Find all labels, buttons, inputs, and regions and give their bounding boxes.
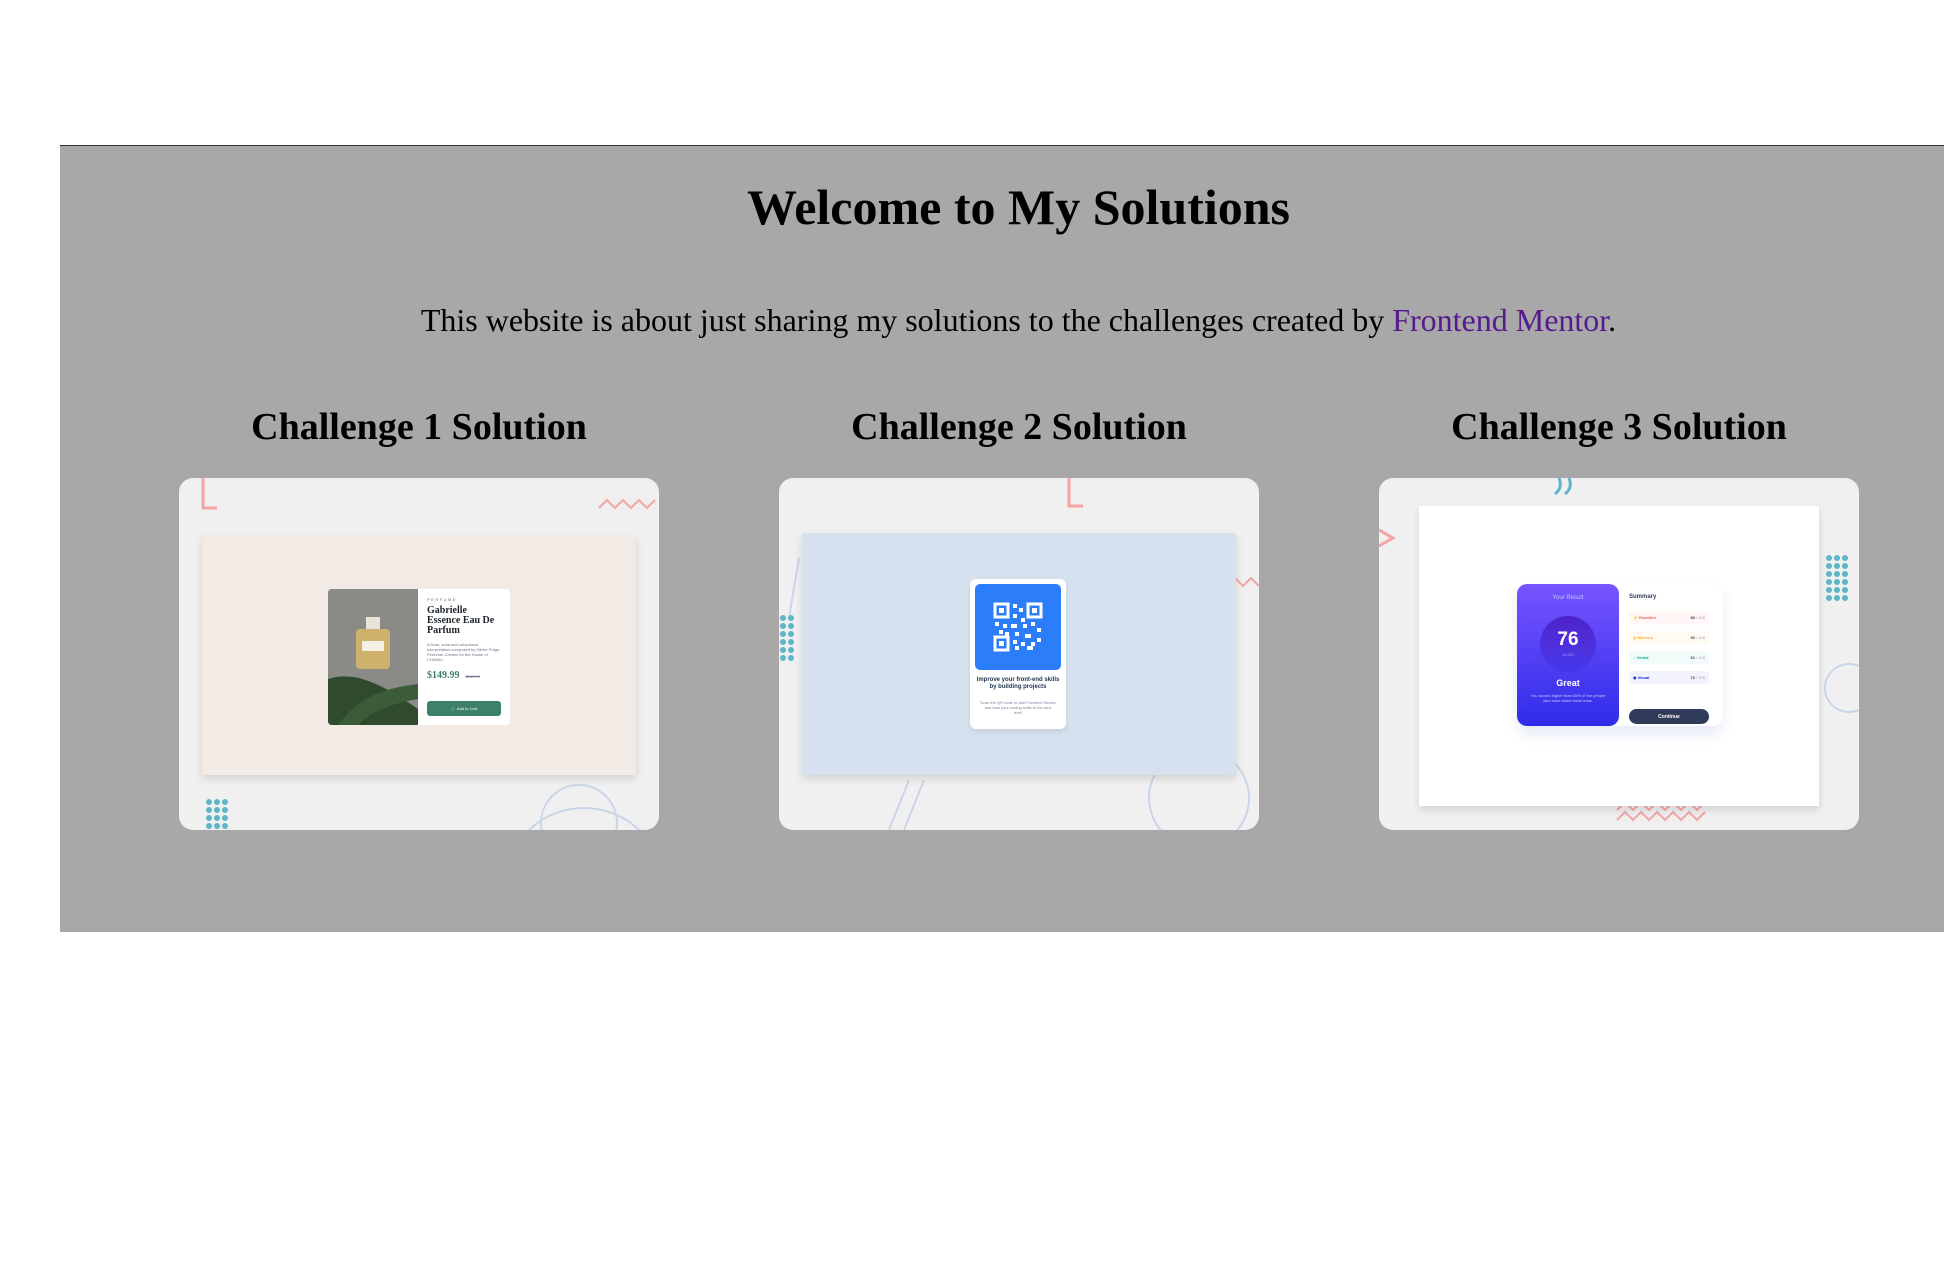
challenge-1-card[interactable]: PERFUME Gabrielle Essence Eau De Parfum … — [179, 478, 659, 830]
product-old-price: $169.99 — [465, 674, 480, 679]
intro-paragraph: This website is about just sharing my so… — [60, 304, 1944, 336]
lightning-icon: ⚡ — [1633, 615, 1638, 620]
summary-row-label: ◎ Memory — [1633, 635, 1653, 640]
perfume-image — [328, 589, 418, 725]
summary-row-verbal: ◌ Verbal 61 / 100 — [1629, 651, 1709, 664]
challenge-3-screenshot: Your Result 76 of 100 Great You scored h… — [1419, 506, 1819, 806]
challenge-2-title: Challenge 2 Solution — [851, 406, 1187, 448]
page-title: Welcome to My Solutions — [746, 179, 1291, 235]
summary-row-label: ⚡ Reaction — [1633, 615, 1657, 620]
challenge-3-title: Challenge 3 Solution — [1451, 406, 1787, 448]
challenge-3: Challenge 3 Solution Your Result 76 of 1… — [1379, 406, 1859, 830]
challenge-2: Challenge 2 Solution Improve your front-… — [779, 406, 1259, 830]
summary-row-score: 92 / 100 — [1690, 635, 1705, 640]
summary-row-label: ◉ Visual — [1633, 675, 1650, 680]
qr-heading: Improve your front-end skills by buildin… — [976, 677, 1060, 690]
qr-description: Scan the QR code to visit Frontend Mento… — [980, 700, 1056, 715]
score-circle: 76 of 100 — [1540, 616, 1596, 672]
brain-icon: ◎ — [1633, 635, 1637, 640]
chat-icon: ◌ — [1633, 655, 1636, 660]
frontend-mentor-link[interactable]: Frontend Mentor — [1392, 302, 1608, 338]
challenge-1: Challenge 1 Solution PERFUME Gabrielle E… — [179, 406, 659, 830]
result-label: Your Result — [1552, 595, 1584, 601]
qr-code-icon — [993, 602, 1043, 652]
product-price-row: $149.99 $169.99 — [427, 670, 502, 681]
product-price: $149.99 — [427, 670, 460, 681]
solutions-section: Welcome to My Solutions This website is … — [60, 145, 1944, 932]
summary-panel: Summary ⚡ Reaction 80 / 100 ◎ Memory 92 … — [1629, 594, 1713, 724]
qr-code-image — [975, 584, 1061, 670]
perfume-bottle-illustration — [328, 589, 418, 725]
continue-button: Continue — [1629, 709, 1709, 724]
add-to-cart-label: Add to Cart — [456, 706, 478, 711]
eye-icon: ◉ — [1633, 675, 1637, 680]
product-name: Gabrielle Essence Eau De Parfum — [427, 605, 495, 636]
summary-row-label: ◌ Verbal — [1633, 655, 1649, 660]
summary-label: Summary — [1629, 594, 1657, 600]
summary-row-reaction: ⚡ Reaction 80 / 100 — [1629, 611, 1709, 624]
intro-text: This website is about just sharing my so… — [420, 302, 1393, 338]
product-category: PERFUME — [427, 597, 458, 602]
summary-row-visual: ◉ Visual 72 / 100 — [1629, 671, 1709, 684]
summary-row-score: 61 / 100 — [1690, 655, 1705, 660]
summary-row-score: 72 / 100 — [1690, 675, 1705, 680]
score-value: 76 — [1557, 629, 1579, 650]
product-description: A floral, solar and voluptuous interpret… — [427, 642, 501, 662]
challenge-3-card[interactable]: Your Result 76 of 100 Great You scored h… — [1379, 478, 1859, 830]
product-info: PERFUME Gabrielle Essence Eau De Parfum … — [418, 589, 510, 725]
result-panel: Your Result 76 of 100 Great You scored h… — [1517, 584, 1619, 726]
challenge-2-card[interactable]: Improve your front-end skills by buildin… — [779, 478, 1259, 830]
results-summary-preview: Your Result 76 of 100 Great You scored h… — [1517, 584, 1723, 726]
intro-end: . — [1608, 302, 1617, 338]
challenge-1-title: Challenge 1 Solution — [251, 406, 587, 448]
score-of: of 100 — [1562, 652, 1574, 657]
challenge-2-screenshot: Improve your front-end skills by buildin… — [802, 533, 1236, 775]
summary-row-memory: ◎ Memory 92 / 100 — [1629, 631, 1709, 644]
add-to-cart-button: 🛒 Add to Cart — [427, 701, 501, 716]
rating-description: You scored higher than 65% of the people… — [1530, 693, 1606, 703]
qr-preview-card: Improve your front-end skills by buildin… — [970, 579, 1066, 729]
challenge-1-screenshot: PERFUME Gabrielle Essence Eau De Parfum … — [202, 535, 636, 775]
product-preview-card: PERFUME Gabrielle Essence Eau De Parfum … — [328, 589, 510, 725]
summary-row-score: 80 / 100 — [1690, 615, 1705, 620]
rating: Great — [1556, 678, 1580, 688]
